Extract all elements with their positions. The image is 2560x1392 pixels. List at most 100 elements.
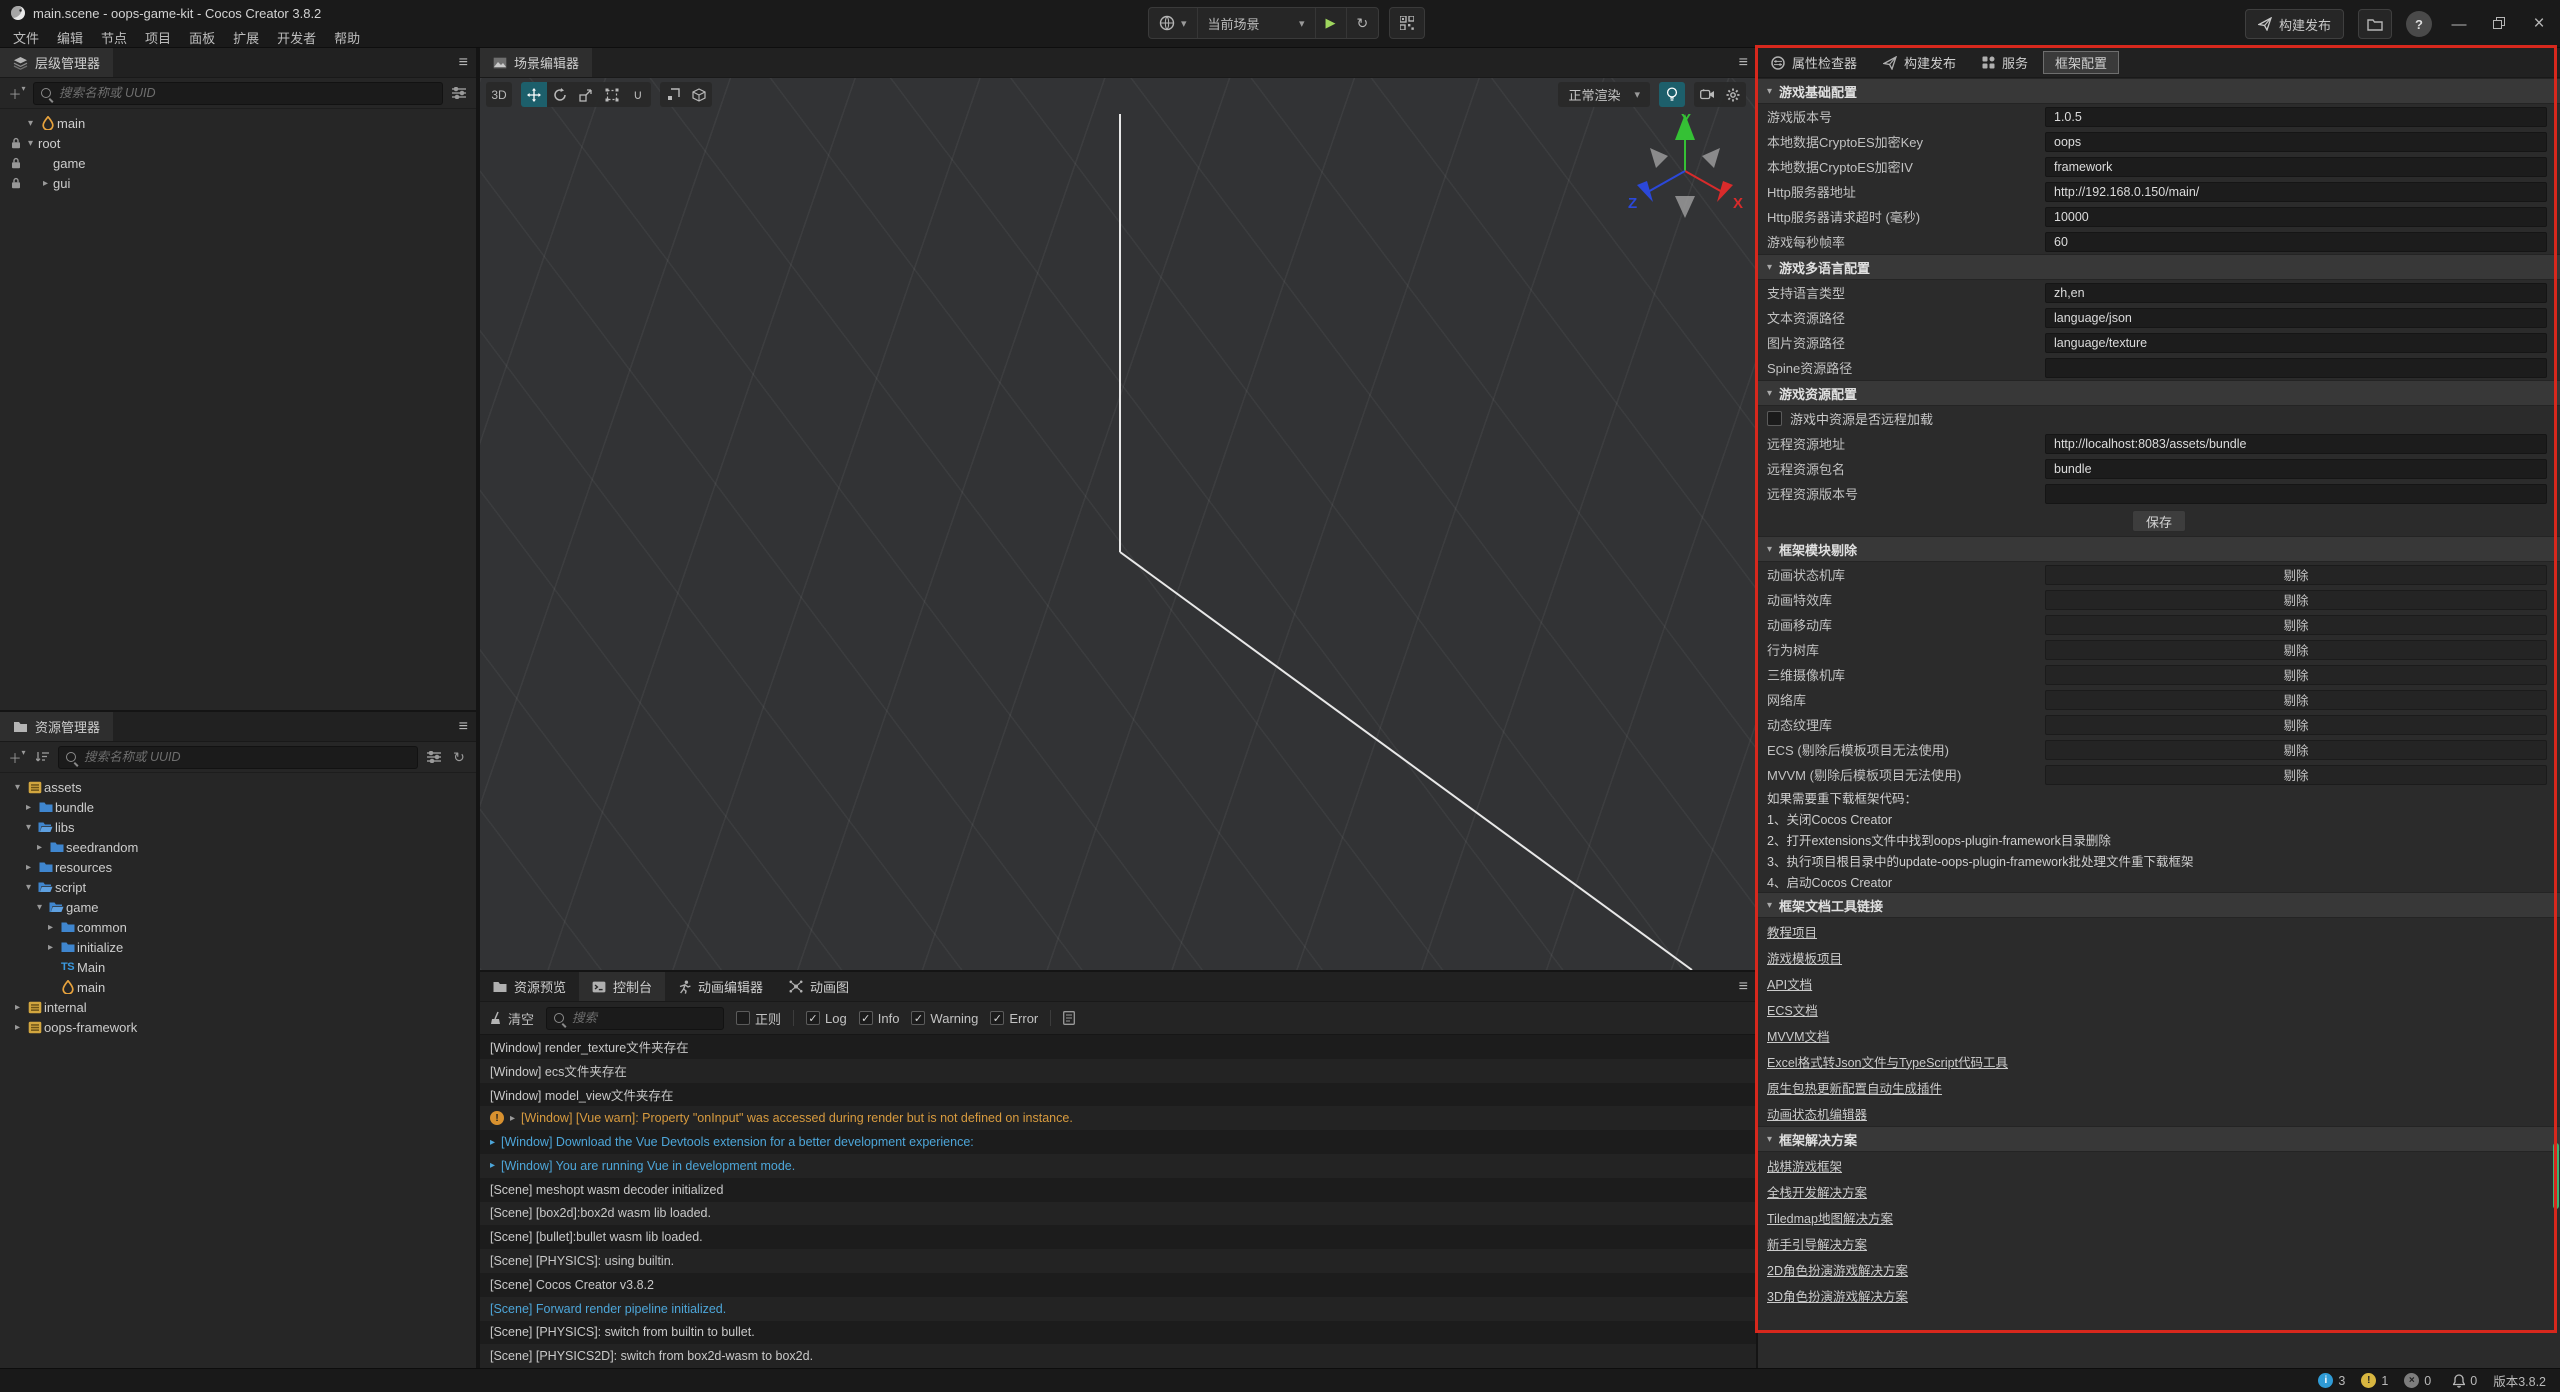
add-node-button[interactable]: ＋▾ <box>8 84 26 103</box>
console-clear-button[interactable]: 清空 <box>490 1009 534 1028</box>
doc-link[interactable]: Tiledmap地图解决方案 <box>1767 1208 1893 1227</box>
field-input[interactable] <box>2046 462 2546 476</box>
console-menu-icon[interactable]: ≡ <box>1739 972 1748 1002</box>
field-input[interactable] <box>2046 135 2546 149</box>
field-input[interactable] <box>2046 361 2546 375</box>
doc-link[interactable]: 战棋游戏框架 <box>1767 1156 1842 1175</box>
doc-link[interactable]: 全栈开发解决方案 <box>1767 1182 1867 1201</box>
info-count-badge[interactable]: i 3 <box>2318 1373 2345 1388</box>
doc-link[interactable]: Excel格式转Json文件与TypeScript代码工具 <box>1767 1052 2008 1071</box>
doc-link[interactable]: 游戏模板项目 <box>1767 948 1842 967</box>
doc-link[interactable]: 3D角色扮演游戏解决方案 <box>1767 1286 1908 1305</box>
filter-error-checkbox[interactable]: ✓Error <box>990 1011 1038 1026</box>
hierarchy-filter-icon[interactable] <box>450 87 468 99</box>
open-project-folder-button[interactable] <box>2358 9 2392 39</box>
tab-scene-editor[interactable]: 场景编辑器 <box>480 48 592 77</box>
assets-menu-icon[interactable]: ≡ <box>459 712 468 742</box>
scene-settings-button[interactable] <box>1720 82 1746 107</box>
chevron-right-icon[interactable]: ▸ <box>38 178 53 189</box>
scene-menu-icon[interactable]: ≡ <box>1739 48 1748 78</box>
console-search-input[interactable] <box>570 1010 716 1026</box>
field-input[interactable] <box>2046 336 2546 350</box>
doc-link[interactable]: MVVM文档 <box>1767 1026 1830 1045</box>
hierarchy-node[interactable]: ▾main <box>0 113 476 133</box>
chevron-down-icon[interactable]: ▾ <box>21 822 36 833</box>
chevron-right-icon[interactable]: ▸ <box>21 862 36 873</box>
move-tool-button[interactable] <box>521 82 547 107</box>
expand-chevron-icon[interactable]: ▸ <box>510 1113 515 1124</box>
inspector-tab-3[interactable]: 框架配置 <box>2043 51 2119 74</box>
add-asset-button[interactable]: ＋▾ <box>8 748 26 767</box>
section-header-4[interactable]: ▾框架文档工具链接 <box>1758 892 2560 918</box>
error-count-badge[interactable]: × 0 <box>2404 1373 2431 1388</box>
hierarchy-node[interactable]: ▸gui <box>0 173 476 193</box>
chevron-right-icon[interactable]: ▸ <box>21 802 36 813</box>
chevron-down-icon[interactable]: ▾ <box>21 882 36 893</box>
scale-tool-button[interactable] <box>573 82 599 107</box>
chevron-right-icon[interactable]: ▸ <box>43 922 58 933</box>
asset-node[interactable]: ▾libs <box>0 817 476 837</box>
scene-camera-button[interactable] <box>1694 82 1720 107</box>
assets-search-input[interactable] <box>82 749 410 765</box>
log-row[interactable]: ▸[Window] Download the Vue Devtools exte… <box>480 1130 1756 1154</box>
section-header-5[interactable]: ▾框架解决方案 <box>1758 1126 2560 1152</box>
minimize-button[interactable]: — <box>2446 16 2472 33</box>
rect-tool-button[interactable] <box>599 82 625 107</box>
maximize-button[interactable] <box>2486 16 2512 33</box>
field-input[interactable] <box>2046 160 2546 174</box>
remote-load-checkbox[interactable] <box>1767 411 1782 426</box>
asset-node[interactable]: ▸initialize <box>0 937 476 957</box>
asset-node[interactable]: ▾game <box>0 897 476 917</box>
remove-button[interactable]: 剔除 <box>2045 665 2547 685</box>
chevron-right-icon[interactable]: ▸ <box>10 1002 25 1013</box>
hierarchy-search-input[interactable] <box>57 85 435 101</box>
log-row[interactable]: ▸[Window] You are running Vue in develop… <box>480 1154 1756 1178</box>
field-input[interactable] <box>2046 311 2546 325</box>
assets-filter-icon[interactable] <box>425 751 443 763</box>
remove-button[interactable]: 剔除 <box>2045 565 2547 585</box>
asset-node[interactable]: ▸common <box>0 917 476 937</box>
inspector-tab-2[interactable]: 服务 <box>1969 48 2041 77</box>
filter-warning-checkbox[interactable]: ✓Warning <box>911 1011 978 1026</box>
snap-settings-button[interactable] <box>660 82 686 107</box>
field-input[interactable] <box>2046 487 2546 501</box>
remove-button[interactable]: 剔除 <box>2045 690 2547 710</box>
field-input[interactable] <box>2046 235 2546 249</box>
axis-gizmo[interactable]: Y X Z <box>1620 106 1750 236</box>
field-input[interactable] <box>2046 110 2546 124</box>
remove-button[interactable]: 剔除 <box>2045 715 2547 735</box>
log-row[interactable]: !▸[Window] [Vue warn]: Property "onInput… <box>480 1106 1756 1130</box>
chevron-down-icon[interactable]: ▾ <box>10 782 25 793</box>
menu-item-6[interactable]: 开发者 <box>268 25 325 50</box>
close-button[interactable]: × <box>2526 13 2552 35</box>
menu-item-1[interactable]: 编辑 <box>48 25 92 50</box>
remove-button[interactable]: 剔除 <box>2045 590 2547 610</box>
view-mode-3d-button[interactable]: 3D <box>486 82 512 107</box>
play-button[interactable]: ▶ <box>1316 8 1347 38</box>
asset-node[interactable]: ▸seedrandom <box>0 837 476 857</box>
render-mode-select[interactable]: 正常渲染 ▾ <box>1558 82 1650 107</box>
expand-chevron-icon[interactable]: ▸ <box>490 1160 495 1171</box>
hierarchy-node[interactable]: game <box>0 153 476 173</box>
scene-light-toggle[interactable] <box>1659 82 1685 107</box>
chevron-right-icon[interactable]: ▸ <box>10 1022 25 1033</box>
asset-node[interactable]: main <box>0 977 476 997</box>
remove-button[interactable]: 剔除 <box>2045 740 2547 760</box>
console-tab-3[interactable]: 动画图 <box>776 972 862 1001</box>
gizmo-pivot-button[interactable]: ∪ <box>625 82 651 107</box>
asset-node[interactable]: ▾script <box>0 877 476 897</box>
section-header-2[interactable]: ▾游戏资源配置 <box>1758 380 2560 406</box>
doc-link[interactable]: 新手引导解决方案 <box>1767 1234 1867 1253</box>
inspector-scrollbar-thumb[interactable] <box>2553 1143 2559 1209</box>
tab-hierarchy[interactable]: 层级管理器 <box>0 48 113 77</box>
chevron-right-icon[interactable]: ▸ <box>43 942 58 953</box>
remove-button[interactable]: 剔除 <box>2045 615 2547 635</box>
log-file-icon[interactable] <box>1063 1011 1075 1025</box>
rotate-tool-button[interactable] <box>547 82 573 107</box>
hierarchy-node[interactable]: ▾root <box>0 133 476 153</box>
menu-item-0[interactable]: 文件 <box>4 25 48 50</box>
section-header-1[interactable]: ▾游戏多语言配置 <box>1758 254 2560 280</box>
build-publish-button[interactable]: 构建发布 <box>2245 9 2344 39</box>
menu-item-2[interactable]: 节点 <box>92 25 136 50</box>
doc-link[interactable]: 2D角色扮演游戏解决方案 <box>1767 1260 1908 1279</box>
